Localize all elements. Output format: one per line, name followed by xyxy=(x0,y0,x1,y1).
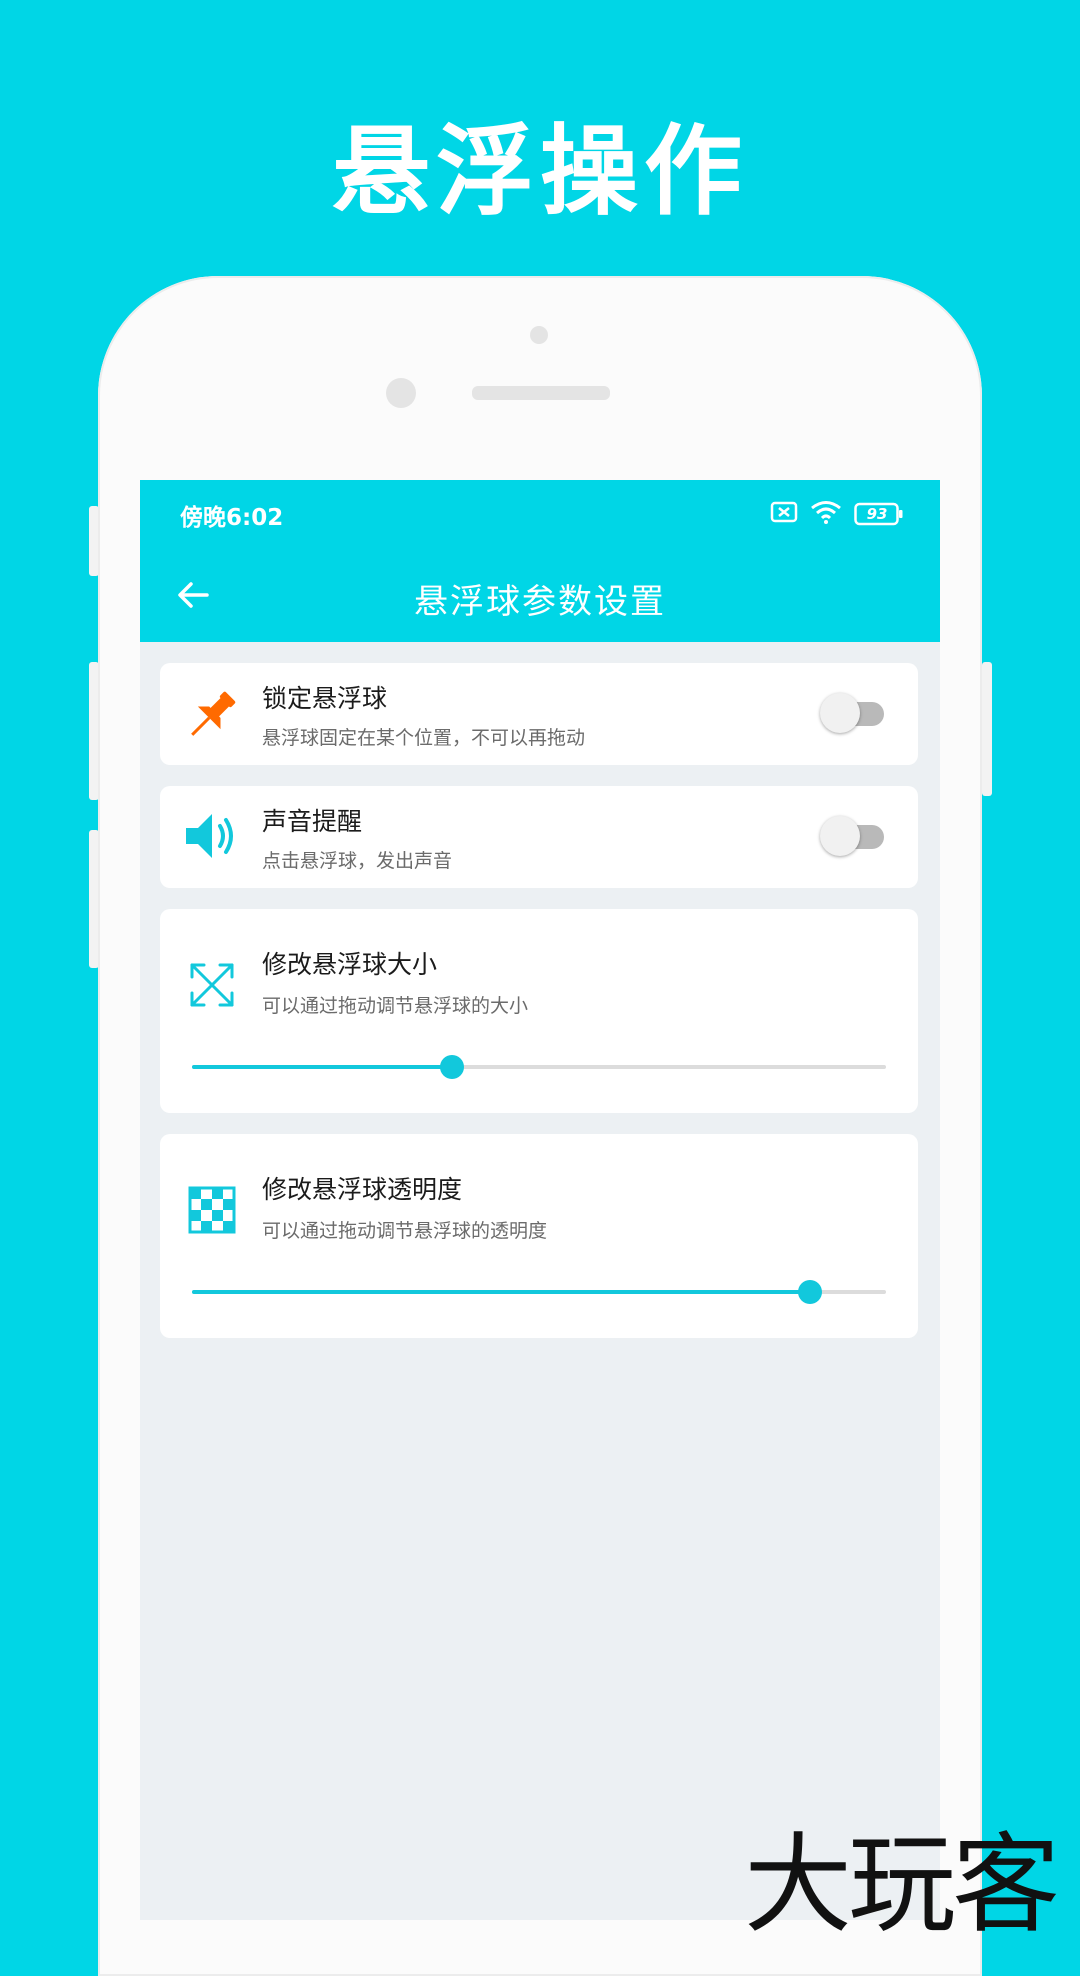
status-icons: 93 xyxy=(770,500,904,528)
app-screen: 傍晚6:02 93 悬浮球参数设置 锁定悬浮球 悬浮球固定在某个位置，不可以再拖… xyxy=(140,480,940,1920)
opacity-slider-fill xyxy=(192,1290,810,1294)
speaker-icon xyxy=(182,806,242,866)
app-bar: 悬浮球参数设置 xyxy=(140,546,940,642)
setting-card-sound: 声音提醒 点击悬浮球，发出声音 xyxy=(160,786,918,888)
setting-title-size: 修改悬浮球大小 xyxy=(262,950,438,979)
setting-desc-size: 可以通过拖动调节悬浮球的大小 xyxy=(262,995,529,1017)
lock-toggle-thumb xyxy=(820,693,860,733)
resize-arrows-icon xyxy=(182,955,242,1015)
phone-front-camera xyxy=(386,378,416,408)
setting-desc-opacity: 可以通过拖动调节悬浮球的透明度 xyxy=(262,1220,548,1242)
wifi-icon xyxy=(810,500,842,528)
setting-desc-lock: 悬浮球固定在某个位置，不可以再拖动 xyxy=(262,727,586,749)
setting-title-lock: 锁定悬浮球 xyxy=(262,684,388,713)
pushpin-icon xyxy=(182,685,242,745)
setting-card-opacity: 修改悬浮球透明度 可以通过拖动调节悬浮球的透明度 xyxy=(160,1134,918,1338)
battery-level: 93 xyxy=(866,505,888,523)
checkerboard-icon xyxy=(182,1180,242,1240)
headline: 悬浮操作 xyxy=(331,115,748,229)
opacity-slider-handle[interactable] xyxy=(797,1280,822,1304)
sound-toggle[interactable] xyxy=(820,816,884,856)
size-slider-handle[interactable] xyxy=(440,1055,465,1079)
setting-title-opacity: 修改悬浮球透明度 xyxy=(262,1175,463,1204)
status-bar: 傍晚6:02 93 xyxy=(140,480,940,546)
watermark-logo: 大玩客 xyxy=(744,1823,1060,1948)
phone-side-button-right xyxy=(982,662,992,796)
size-slider-fill xyxy=(192,1065,453,1069)
opacity-slider[interactable] xyxy=(192,1276,886,1308)
phone-sensor xyxy=(530,326,548,344)
page-title: 悬浮球参数设置 xyxy=(414,582,666,622)
setting-card-size: 修改悬浮球大小 可以通过拖动调节悬浮球的大小 xyxy=(160,909,918,1113)
setting-desc-sound: 点击悬浮球，发出声音 xyxy=(262,850,453,872)
lock-toggle[interactable] xyxy=(820,693,884,733)
status-time: 傍晚6:02 xyxy=(180,505,284,531)
setting-title-sound: 声音提醒 xyxy=(262,807,363,836)
battery-icon: 93 xyxy=(854,502,904,526)
sound-toggle-thumb xyxy=(820,816,860,856)
phone-speaker xyxy=(472,386,610,400)
setting-card-lock: 锁定悬浮球 悬浮球固定在某个位置，不可以再拖动 xyxy=(160,663,918,765)
sim-missing-icon xyxy=(770,501,798,527)
size-slider[interactable] xyxy=(192,1051,886,1083)
